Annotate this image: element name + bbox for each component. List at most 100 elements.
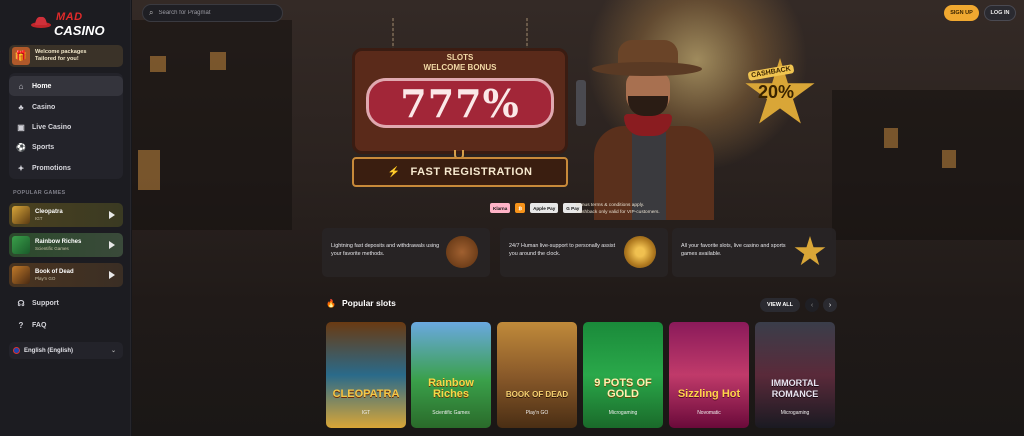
faq-icon: ? [18, 321, 24, 330]
logo[interactable]: MAD CASINO [30, 10, 105, 40]
feature-card-support: 24/7 Human live-support to personally as… [500, 228, 668, 277]
search-input[interactable] [158, 10, 269, 16]
popular-slots-title: Popular slots [341, 298, 396, 308]
slot-card-book-of-dead[interactable]: BOOK OF DEAD Play'n GO [497, 322, 577, 428]
nav-item-live-casino[interactable]: ▣ Live Casino [9, 117, 123, 137]
promo-line-1: Welcome packages [35, 49, 87, 55]
background-window [210, 52, 226, 70]
nav-label: Casino [32, 103, 56, 111]
game-thumbnail [12, 236, 30, 254]
chevron-left-icon[interactable]: ‹ [805, 298, 819, 312]
logo-casino: CASINO [54, 23, 105, 38]
sheriff-star-icon [794, 236, 826, 266]
slot-provider: Microgaming [608, 410, 638, 416]
feature-text: 24/7 Human live-support to personally as… [509, 243, 616, 257]
background-window [884, 128, 898, 148]
search-bar[interactable]: ⌕ [142, 4, 283, 22]
slot-title: Sizzling Hot [677, 388, 741, 400]
play-icon[interactable] [109, 241, 115, 249]
bonus-amount: 777% [400, 80, 520, 126]
cowboy-hat-icon [31, 16, 51, 28]
money-bag-icon [446, 236, 478, 268]
klarna-icon: Klarna [490, 203, 511, 213]
popular-slots-heading: 🔥 Popular slots [326, 298, 396, 308]
game-provider: Scientific Games [35, 246, 69, 251]
cashback-value: 20% [758, 82, 795, 102]
slot-card-sizzling-hot[interactable]: Sizzling Hot Novomatic [669, 322, 749, 428]
promotions-icon: ✦ [17, 163, 25, 173]
bonus-terms: Bonus terms & conditions apply. Cashback… [576, 202, 660, 216]
nav-item-home[interactable]: ⌂ Home [9, 76, 123, 96]
slot-provider: IGT [361, 410, 371, 416]
game-thumbnail [12, 266, 30, 284]
slot-title: IMMORTAL ROMANCE [771, 378, 819, 399]
cowboy-hat-brim [592, 62, 702, 76]
slot-card-9-pots-of-gold[interactable]: 9 POTS OF GOLD Microgaming [583, 322, 663, 428]
logo-mad: MAD [56, 11, 83, 23]
slot-provider: Play'n GO [525, 410, 549, 416]
nav-label: Sports [32, 143, 55, 151]
terms-line-1: Bonus terms & conditions apply. [576, 203, 645, 208]
bonus-title-line-2: WELCOME BONUS [423, 63, 497, 72]
background-window [942, 150, 956, 168]
chevron-down-icon: ⌄ [110, 348, 116, 354]
promo-line-2: Tailored for you! [35, 56, 79, 62]
game-info: Rainbow Riches Scientific Games [35, 239, 109, 251]
feature-card-payments: Lightning fast deposits and withdrawals … [322, 228, 490, 277]
faq-link[interactable]: ? FAQ [16, 321, 47, 330]
gift-icon: 🎁 [12, 47, 30, 65]
sidebar-game-book-of-dead[interactable]: Book of Dead Play'n GO [9, 263, 123, 287]
feature-text: Lightning fast deposits and withdrawals … [331, 243, 440, 257]
promo-text: Welcome packages Tailored for you! [35, 49, 87, 63]
game-provider: IGT [35, 216, 43, 221]
cashback-badge: CASHBACK 20% [744, 58, 816, 130]
game-provider: Play'n GO [35, 276, 56, 281]
fire-icon: 🔥 [326, 298, 336, 308]
payment-methods: Klarna ₿ Apple Pay G Pay [490, 203, 583, 213]
bonus-amount-plate: 777% [366, 78, 554, 128]
sports-icon: ⚽ [16, 142, 26, 152]
background-building [832, 90, 1024, 240]
slot-provider: Novomatic [697, 410, 721, 416]
slot-title: 9 POTS OF GOLD [594, 377, 652, 400]
uk-flag-icon [13, 347, 20, 354]
lightning-icon: ⚡ [387, 166, 401, 178]
game-thumbnail [12, 206, 30, 224]
play-icon[interactable] [109, 271, 115, 279]
faq-label: FAQ [32, 322, 47, 329]
popular-games-label: POPULAR GAMES [13, 190, 66, 196]
slot-card-immortal-romance[interactable]: IMMORTAL ROMANCE Microgaming [755, 322, 835, 428]
cowboy-illustration [576, 40, 754, 220]
view-all-button[interactable]: VIEW ALL [760, 298, 800, 312]
nav-label: Promotions [32, 164, 71, 172]
sign-chain [392, 18, 394, 52]
game-name: Rainbow Riches [35, 239, 82, 245]
apple-pay-icon: Apple Pay [530, 203, 559, 213]
background-window [150, 56, 166, 72]
pocket-watch-icon [624, 236, 656, 268]
language-label: English (English) [24, 347, 73, 354]
fast-registration-button[interactable]: ⚡ FAST REGISTRATION [352, 157, 568, 187]
language-selector[interactable]: English (English) ⌄ [9, 342, 123, 359]
nav-item-casino[interactable]: ♣ Casino [9, 97, 123, 117]
nav-label: Home [32, 82, 52, 90]
nav-item-sports[interactable]: ⚽ Sports [9, 137, 123, 157]
sidebar: MAD CASINO 🎁 Welcome packages Tailored f… [0, 0, 131, 436]
chevron-right-icon[interactable]: › [823, 298, 837, 312]
bonus-title: SLOTS WELCOME BONUS [352, 53, 568, 73]
support-link[interactable]: ☊ Support [16, 299, 58, 308]
welcome-bonus-sign: SLOTS WELCOME BONUS 777% [352, 18, 568, 154]
login-button[interactable]: LOG IN [984, 5, 1016, 21]
sidebar-game-rainbow-riches[interactable]: Rainbow Riches Scientific Games [9, 233, 123, 257]
welcome-promo-card[interactable]: 🎁 Welcome packages Tailored for you! [9, 45, 123, 67]
slot-title: Rainbow Riches [428, 377, 474, 400]
live-casino-icon: ▣ [17, 122, 25, 132]
signup-button[interactable]: SIGN UP [944, 5, 979, 21]
slot-card-rainbow-riches[interactable]: Rainbow Riches Scientific Games [411, 322, 491, 428]
app-root: MAD CASINO 🎁 Welcome packages Tailored f… [0, 0, 1024, 436]
sidebar-game-cleopatra[interactable]: Cleopatra IGT [9, 203, 123, 227]
nav-item-promotions[interactable]: ✦ Promotions [9, 158, 123, 178]
slot-card-cleopatra[interactable]: CLEOPATRA IGT [326, 322, 406, 428]
cta-label: FAST REGISTRATION [410, 166, 533, 178]
play-icon[interactable] [109, 211, 115, 219]
